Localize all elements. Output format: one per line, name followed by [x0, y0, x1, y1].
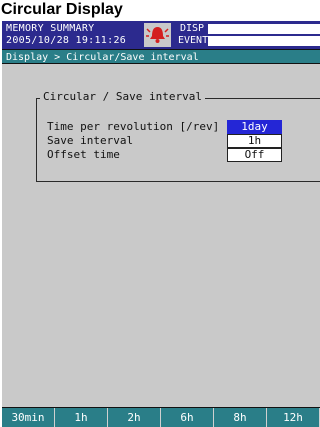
- mode-label: MEMORY SUMMARY: [6, 23, 95, 34]
- offset-time-label: Offset time: [47, 148, 120, 161]
- page-heading: Circular Display: [1, 1, 123, 18]
- time-per-revolution-label: Time per revolution [/rev]: [47, 120, 220, 133]
- device-screen: MEMORY SUMMARY 2005/10/28 19:11:26 DISP …: [2, 21, 320, 427]
- softkey-1h[interactable]: 1h: [55, 408, 108, 427]
- event-indicator: [208, 36, 320, 46]
- disp-label: DISP: [180, 23, 205, 34]
- softkey-12h[interactable]: 12h: [267, 408, 320, 427]
- save-interval-label: Save interval: [47, 134, 134, 147]
- softkey-6h[interactable]: 6h: [161, 408, 214, 427]
- status-bar: MEMORY SUMMARY 2005/10/28 19:11:26 DISP …: [2, 21, 320, 49]
- breadcrumb: Display > Circular/Save interval: [2, 49, 320, 64]
- offset-time-field[interactable]: Off: [227, 148, 282, 162]
- disp-indicator: [208, 24, 320, 34]
- settings-group-title: Circular / Save interval: [40, 90, 205, 104]
- event-label: EVENT: [178, 35, 209, 46]
- time-per-revolution-field[interactable]: 1day: [227, 120, 282, 134]
- datetime-label: 2005/10/28 19:11:26: [6, 35, 127, 46]
- softkey-2h[interactable]: 2h: [108, 408, 161, 427]
- softkey-bar: 30min 1h 2h 6h 8h 12h: [2, 407, 320, 427]
- softkey-30min[interactable]: 30min: [2, 408, 55, 427]
- alarm-bell-icon: [144, 23, 171, 47]
- softkey-8h[interactable]: 8h: [214, 408, 267, 427]
- save-interval-field[interactable]: 1h: [227, 134, 282, 148]
